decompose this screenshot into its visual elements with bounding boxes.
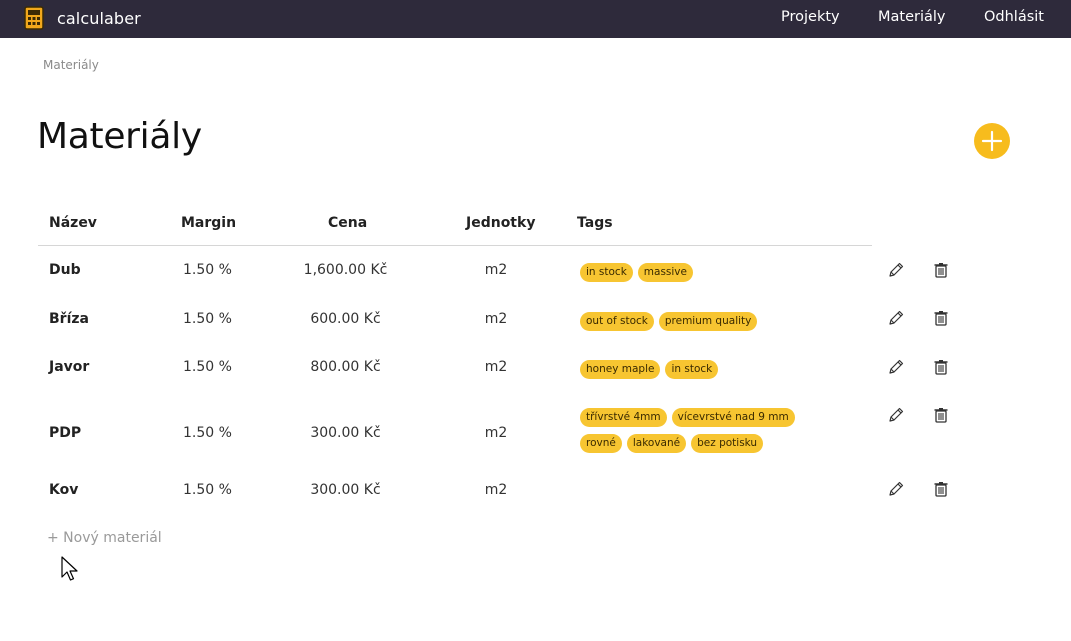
column-header-units: Jednotky: [466, 215, 536, 231]
material-margin: 1.50 %: [183, 311, 232, 327]
material-name: Kov: [49, 482, 79, 498]
material-unit: m2: [484, 425, 508, 441]
tag-badge: honey maple: [580, 360, 661, 379]
pencil-icon[interactable]: [887, 358, 905, 376]
trash-icon[interactable]: [932, 480, 950, 498]
brand-name: calculaber: [57, 8, 141, 28]
material-name: Dub: [49, 262, 81, 278]
material-tags: out of stock premium quality: [580, 312, 840, 331]
material-price: 1,600.00 Kč: [303, 262, 388, 278]
trash-icon[interactable]: [932, 309, 950, 327]
column-header-tags: Tags: [577, 215, 613, 231]
column-header-name: Název: [49, 215, 97, 231]
material-margin: 1.50 %: [183, 425, 232, 441]
tag-badge: třívrstvé 4mm: [580, 408, 667, 427]
material-price: 300.00 Kč: [310, 482, 381, 498]
material-margin: 1.50 %: [183, 482, 232, 498]
pencil-icon[interactable]: [887, 261, 905, 279]
nav-link-odhlasit[interactable]: Odhlásit: [984, 9, 1044, 25]
pencil-icon[interactable]: [887, 406, 905, 424]
material-margin: 1.50 %: [183, 359, 232, 375]
calculator-icon: [24, 6, 44, 30]
tag-badge: premium quality: [658, 312, 758, 331]
tag-badge: massive: [637, 263, 693, 282]
material-name: PDP: [49, 425, 82, 441]
pencil-icon[interactable]: [887, 309, 905, 327]
material-unit: m2: [484, 482, 508, 498]
material-margin: 1.50 %: [183, 262, 232, 278]
nav-link-materialy[interactable]: Materiály: [878, 9, 946, 25]
tag-badge: lakované: [626, 434, 687, 453]
page-title: Materiály: [37, 116, 202, 157]
material-price: 800.00 Kč: [310, 359, 381, 375]
column-header-price: Cena: [328, 215, 368, 231]
material-unit: m2: [484, 311, 508, 327]
add-material-button[interactable]: [974, 123, 1010, 159]
material-price: 300.00 Kč: [310, 425, 381, 441]
nav-link-projekty[interactable]: Projekty: [781, 9, 840, 25]
material-name: Javor: [49, 359, 90, 375]
material-price: 600.00 Kč: [310, 311, 381, 327]
material-tags: třívrstvé 4mm vícevrstvé nad 9 mm rovné lak…: [580, 408, 825, 453]
navbar: calculaber Projekty Materiály Odhlásit: [0, 0, 1071, 38]
trash-icon[interactable]: [932, 406, 950, 424]
plus-icon: [981, 130, 1003, 152]
tag-badge: bez potisku: [691, 434, 764, 453]
tag-badge: vícevrstvé nad 9 mm: [671, 408, 795, 427]
pencil-icon[interactable]: [887, 480, 905, 498]
material-name: Bříza: [49, 311, 89, 327]
tag-badge: in stock: [665, 360, 719, 379]
mouse-cursor-icon: [61, 556, 78, 581]
material-unit: m2: [484, 359, 508, 375]
material-tags: in stock massive: [580, 263, 840, 282]
material-unit: m2: [484, 262, 508, 278]
trash-icon[interactable]: [932, 261, 950, 279]
column-header-margin: Margin: [181, 215, 237, 231]
trash-icon[interactable]: [932, 358, 950, 376]
tag-badge: rovné: [580, 434, 622, 453]
breadcrumb: Materiály: [43, 58, 99, 72]
tag-badge: out of stock: [580, 312, 654, 331]
tag-badge: in stock: [580, 263, 633, 282]
header-divider: [38, 245, 872, 246]
brand[interactable]: calculaber: [24, 6, 141, 30]
material-tags: honey maple in stock: [580, 360, 840, 379]
new-material-link[interactable]: + Nový materiál: [47, 530, 162, 546]
